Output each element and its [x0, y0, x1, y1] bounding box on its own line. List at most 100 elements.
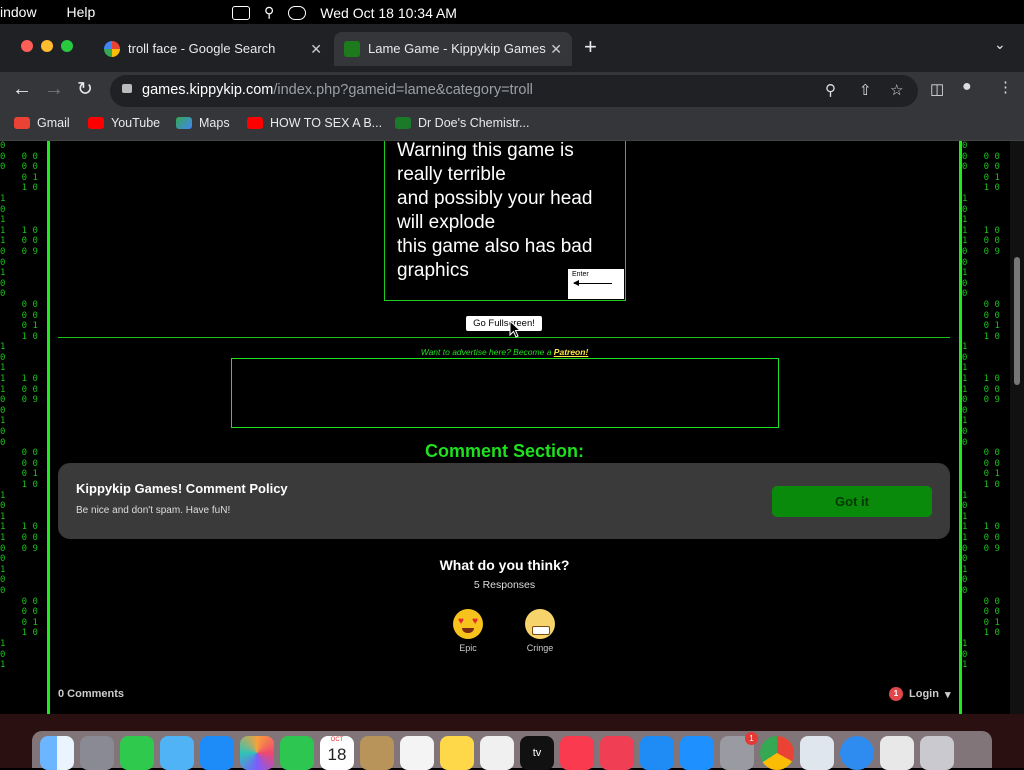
- bookmark-star-icon[interactable]: ☆: [890, 81, 903, 99]
- tab-close-icon[interactable]: ✕: [310, 32, 322, 66]
- profile-icon[interactable]: ●: [962, 78, 972, 96]
- patreon-link[interactable]: Patreon!: [554, 347, 588, 357]
- page-scrollbar[interactable]: [1010, 141, 1024, 714]
- kippykip-icon: [344, 41, 360, 57]
- fullscreen-button[interactable]: Go Fullscreen!: [466, 316, 542, 331]
- policy-text: Be nice and don't spam. Have fuN!: [76, 505, 231, 516]
- game-canvas[interactable]: Warning this game is really terrible and…: [384, 141, 626, 301]
- menu-window[interactable]: indow: [0, 4, 37, 20]
- mac-dock: OCT 18 tv 1: [32, 731, 992, 770]
- divider: [58, 337, 950, 338]
- menu-datetime[interactable]: Wed Oct 18 10:34 AM: [320, 5, 457, 21]
- matrix-rain-right: 0 0 0 0 0 0 0 0 1 1 0 1 0 1 1 1 0 1 0 0 …: [962, 141, 1000, 671]
- url-text[interactable]: games.kippykip.com/index.php?gameid=lame…: [142, 82, 533, 98]
- reload-icon[interactable]: ↻: [77, 78, 93, 101]
- youtube-icon: [88, 117, 104, 129]
- notification-badge: 1: [889, 687, 903, 701]
- notes-icon[interactable]: [440, 736, 474, 770]
- advertise-text: Want to advertise here? Become a Patreon…: [420, 347, 589, 357]
- lock-icon: [122, 84, 132, 93]
- finder-icon[interactable]: [40, 736, 74, 770]
- reaction-cringe[interactable]: Cringe: [510, 609, 570, 653]
- system-settings-icon[interactable]: 1: [720, 732, 758, 770]
- frame-line-left: [47, 141, 50, 714]
- tab-lame-game[interactable]: Lame Game - Kippykip Games ✕: [334, 32, 572, 66]
- zoom-icon[interactable]: ⚲: [825, 81, 836, 99]
- login-button[interactable]: 1 Login ▾: [889, 687, 950, 701]
- quicktime-icon[interactable]: [800, 736, 834, 770]
- browser-toolbar: ← → ↻ games.kippykip.com/index.php?gamei…: [0, 72, 1024, 110]
- left-arrow-icon: [573, 280, 612, 286]
- mail-icon[interactable]: [200, 736, 234, 770]
- forward-arrow-icon[interactable]: →: [44, 78, 64, 101]
- maps-app-icon[interactable]: [160, 736, 194, 770]
- menu-help[interactable]: Help: [66, 4, 95, 20]
- policy-title: Kippykip Games! Comment Policy: [76, 481, 288, 496]
- app-store-icon[interactable]: [680, 736, 714, 770]
- window-minimize-button[interactable]: [41, 40, 53, 52]
- bookmark-youtube-video[interactable]: HOW TO SEX A B...: [247, 116, 382, 130]
- more-menu-icon[interactable]: ⋮: [998, 78, 1013, 96]
- tab-title: Lame Game - Kippykip Games: [368, 41, 546, 56]
- reaction-prompt: What do you think?: [439, 557, 570, 573]
- contacts-icon[interactable]: [360, 736, 394, 770]
- scrollbar-thumb[interactable]: [1014, 257, 1020, 385]
- back-arrow-icon[interactable]: ←: [12, 78, 32, 101]
- launchpad-icon[interactable]: [80, 736, 114, 770]
- bookmark-maps[interactable]: Maps: [176, 116, 230, 130]
- comment-policy-card: Kippykip Games! Comment Policy Be nice a…: [58, 463, 950, 539]
- comment-count: 0 Comments: [58, 688, 125, 700]
- bookmark-dr-doe[interactable]: Dr Doe's Chemistr...: [395, 116, 529, 130]
- enter-button[interactable]: Enter: [568, 269, 624, 299]
- comment-section-title: Comment Section:: [424, 441, 584, 461]
- chevron-down-icon[interactable]: ⌄: [994, 36, 1006, 53]
- freeform-icon[interactable]: [480, 736, 514, 770]
- calendar-icon[interactable]: OCT 18: [320, 736, 354, 770]
- response-count: 5 Responses: [473, 579, 536, 591]
- bookmark-gmail[interactable]: Gmail: [14, 116, 70, 130]
- messages-icon[interactable]: [120, 736, 154, 770]
- trash-icon[interactable]: [920, 736, 954, 770]
- new-tab-icon[interactable]: +: [584, 34, 597, 60]
- bookmark-youtube[interactable]: YouTube: [88, 116, 160, 130]
- youtube-icon: [247, 117, 263, 129]
- reaction-label: Epic: [459, 643, 477, 653]
- mouse-pointer-icon: [509, 320, 521, 338]
- bookmarks-bar: Gmail YouTube Maps HOW TO SEX A B... Dr …: [0, 110, 1024, 141]
- window-zoom-button[interactable]: [61, 40, 73, 52]
- reaction-epic[interactable]: ♥ ♥ Epic: [438, 609, 498, 653]
- reaction-label: Cringe: [526, 643, 554, 653]
- facetime-icon[interactable]: [280, 736, 314, 770]
- address-bar[interactable]: games.kippykip.com/index.php?gameid=lame…: [110, 75, 918, 107]
- spotlight-search-icon[interactable]: ⚲: [264, 4, 274, 21]
- ad-slot: [231, 358, 779, 428]
- tab-bar: troll face - Google Search ✕ Lame Game -…: [0, 24, 1024, 72]
- music-icon[interactable]: [560, 736, 594, 770]
- side-panel-icon[interactable]: ◫: [930, 80, 944, 98]
- reminders-icon[interactable]: [400, 736, 434, 770]
- game-warning-text: Warning this game is really terrible and…: [397, 141, 593, 281]
- control-center-icon[interactable]: [288, 5, 307, 20]
- maps-icon: [176, 117, 192, 129]
- safari-icon[interactable]: [840, 736, 874, 770]
- site-icon: [395, 117, 411, 129]
- apple-tv-icon[interactable]: tv: [520, 736, 554, 770]
- photos-icon[interactable]: [240, 736, 274, 770]
- screen-mirroring-icon[interactable]: [232, 5, 250, 20]
- share-icon[interactable]: ⇧: [859, 81, 872, 99]
- keynote-icon[interactable]: [640, 736, 674, 770]
- chrome-icon[interactable]: [760, 736, 794, 770]
- window-close-button[interactable]: [21, 40, 33, 52]
- heart-eyes-emoji-icon: ♥ ♥: [453, 609, 483, 639]
- roblox-icon[interactable]: [880, 736, 914, 770]
- mac-menu-bar: indow Help ⚲ Wed Oct 18 10:34 AM: [0, 0, 1024, 24]
- tab-close-icon[interactable]: ✕: [550, 32, 562, 66]
- gmail-icon: [14, 117, 30, 129]
- tab-google-search[interactable]: troll face - Google Search ✕: [94, 32, 332, 66]
- news-icon[interactable]: [600, 736, 634, 770]
- got-it-button[interactable]: Got it: [772, 486, 932, 517]
- grimace-emoji-icon: [525, 609, 555, 639]
- caret-down-icon: ▾: [944, 688, 951, 701]
- matrix-rain-left: 0 0 0 0 0 0 0 0 1 1 0 1 0 1 1 1 0 1 0 0 …: [0, 141, 38, 671]
- google-icon: [104, 41, 120, 57]
